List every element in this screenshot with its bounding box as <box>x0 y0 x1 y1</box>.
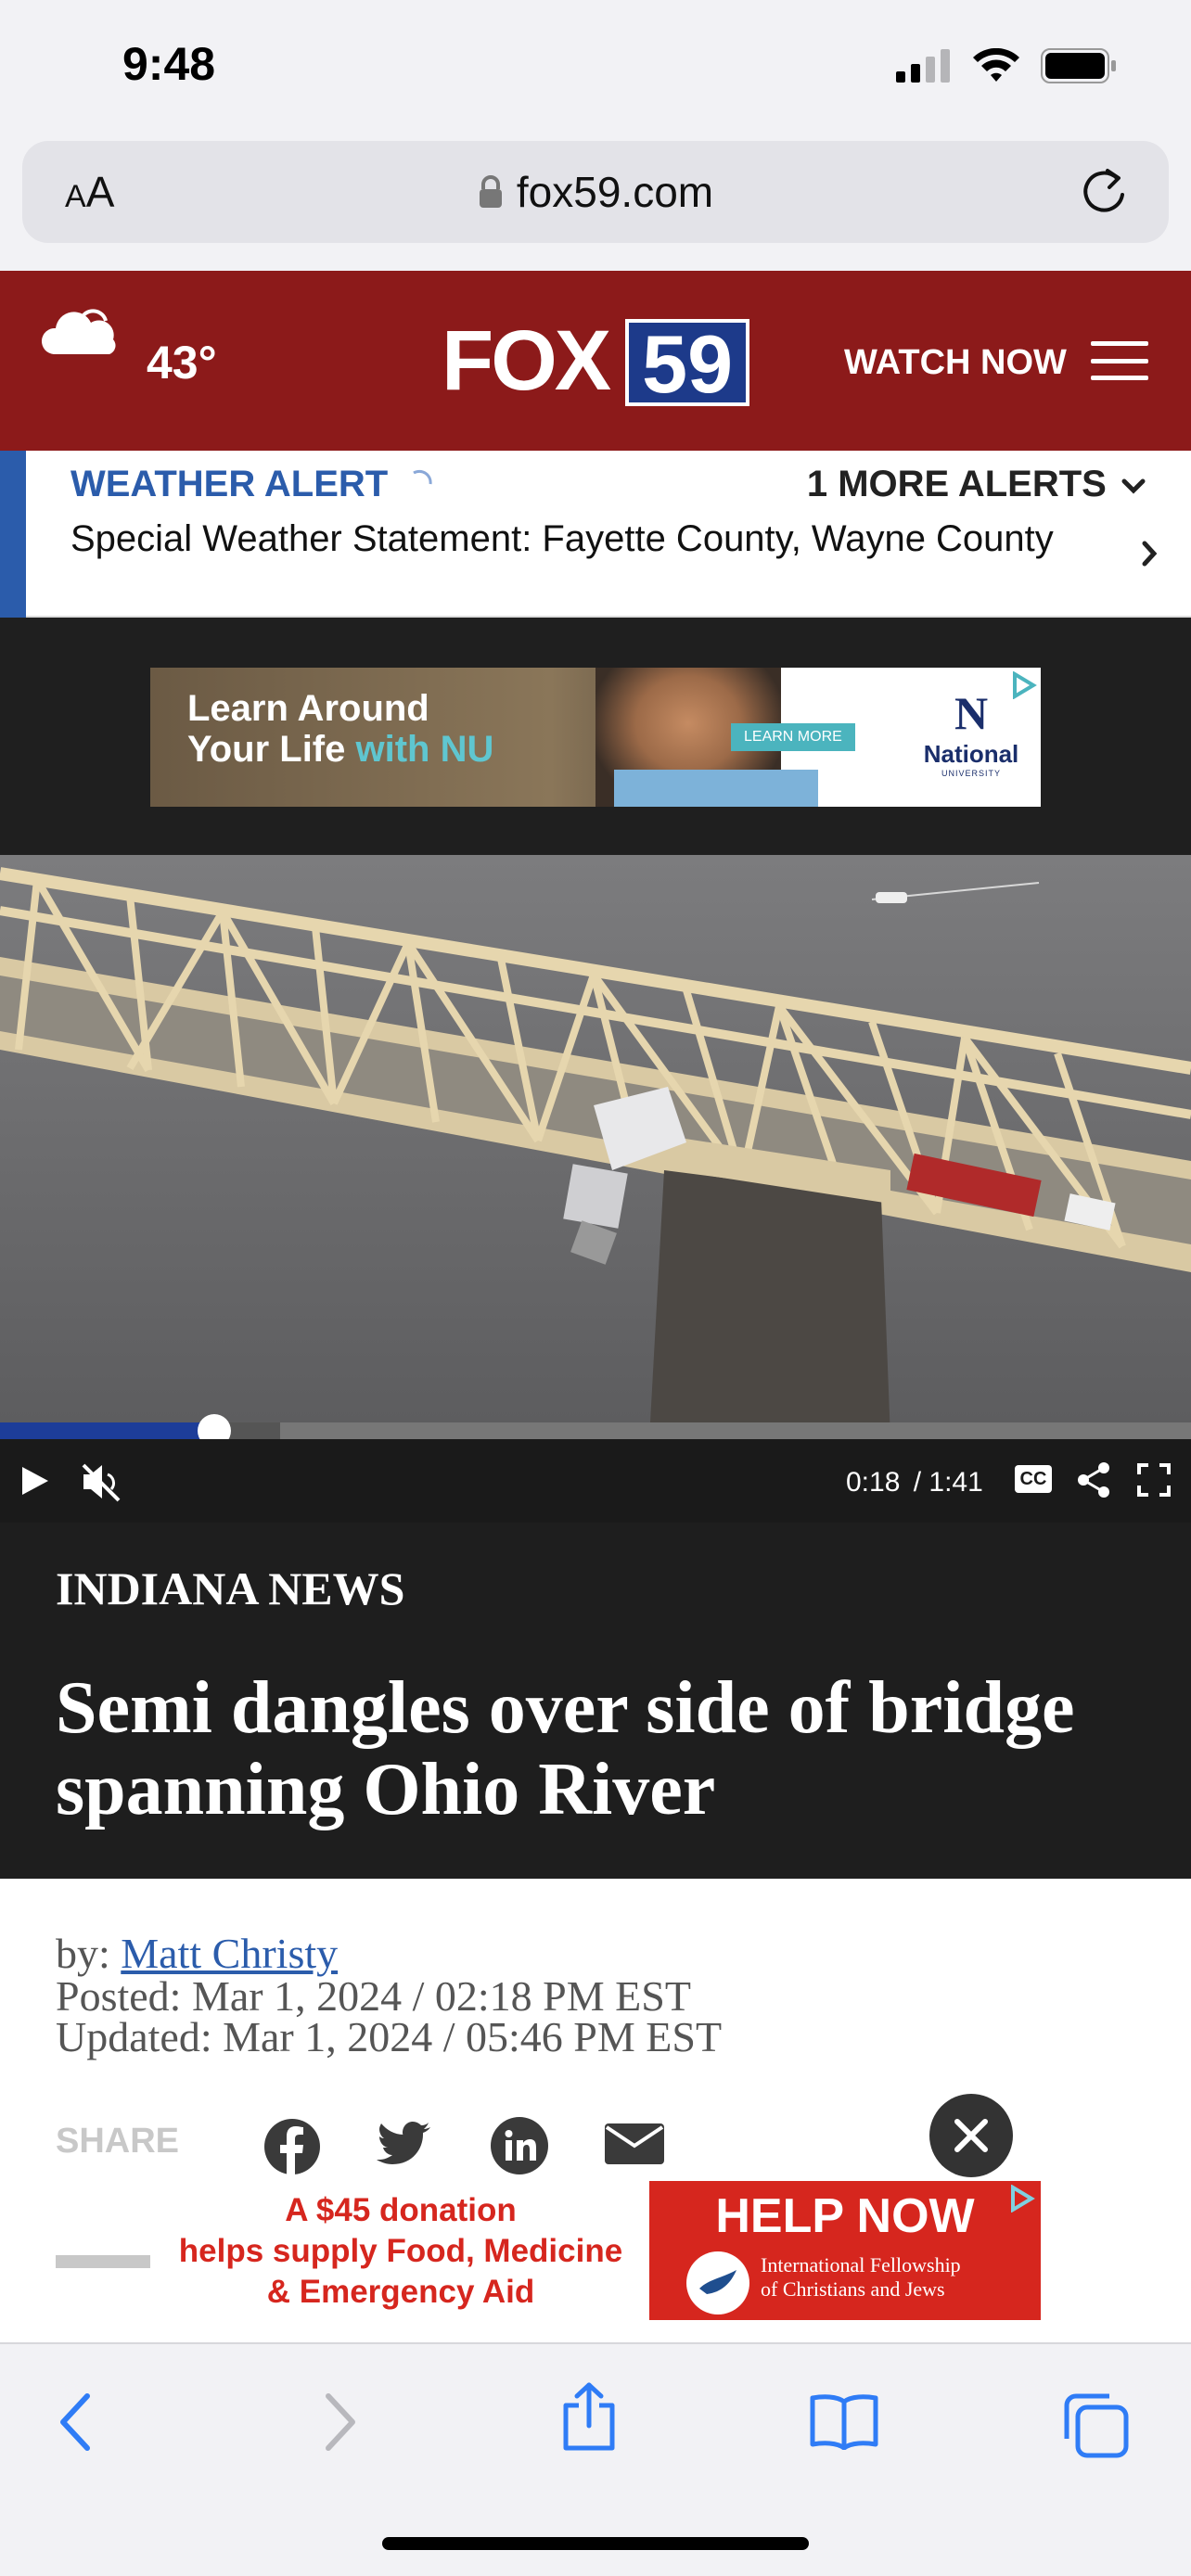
bookmarks-icon[interactable] <box>809 2392 879 2450</box>
ad-line-1: Learn Around <box>187 688 429 729</box>
article-header: INDIANA NEWS Semi dangles over side of b… <box>0 1523 1191 1879</box>
org-line-1: International Fellowship <box>761 2253 961 2276</box>
address-bar[interactable]: AA fox59.com <box>22 141 1169 243</box>
back-icon[interactable] <box>58 2392 95 2452</box>
alert-stripe <box>0 451 26 618</box>
site-header: 43° FOX 59 WATCH NOW <box>0 271 1191 451</box>
ad-brand-sub: UNIVERSITY <box>941 769 1001 778</box>
play-icon[interactable] <box>20 1465 50 1497</box>
video-current-time: 0:18 <box>846 1467 901 1498</box>
article-category[interactable]: INDIANA NEWS <box>56 1562 404 1615</box>
watch-now-link[interactable]: WATCH NOW <box>844 343 1067 383</box>
cellular-signal-icon <box>896 49 950 83</box>
org-line-2: of Christians and Jews <box>761 2277 945 2301</box>
url-host-text: fox59.com <box>516 168 714 216</box>
article-headline: Semi dangles over side of bridge spannin… <box>56 1667 1075 1830</box>
help-now-label: HELP NOW <box>715 2189 975 2243</box>
ad-line-2: Your Life with NU <box>187 729 493 770</box>
muted-speaker-icon[interactable] <box>80 1461 124 1502</box>
url-display[interactable]: fox59.com <box>22 167 1169 217</box>
loading-spinner-icon <box>413 469 432 485</box>
ad-learn-more-button[interactable]: LEARN MORE <box>731 723 855 751</box>
facebook-icon[interactable] <box>263 2118 321 2175</box>
updated-date: Updated: Mar 1, 2024 / 05:46 PM EST <box>56 2013 723 2060</box>
video-controls: 0:18 / 1:41 CC <box>0 1439 1191 1523</box>
weather-alert-banner[interactable]: WEATHER ALERT 1 MORE ALERTS Special Weat… <box>0 451 1191 618</box>
donation-line-1: A $45 donation <box>285 2192 517 2228</box>
ad-area-top: Learn Around Your Life with NU LEARN MOR… <box>0 618 1191 855</box>
fullscreen-icon[interactable] <box>1137 1463 1171 1497</box>
closed-captions-button[interactable]: CC <box>1015 1465 1052 1493</box>
ad-person-shirt <box>614 770 818 807</box>
ad-brand-logo: N <box>954 687 989 739</box>
video-player[interactable] <box>0 855 1191 1437</box>
ad-line-2-highlight: with NU <box>355 729 494 770</box>
posted-date: Posted: Mar 1, 2024 / 02:18 PM EST <box>56 1972 691 2020</box>
alert-body: Special Weather Statement: Fayette Count… <box>70 518 1054 559</box>
wifi-icon <box>973 48 1019 82</box>
reload-icon[interactable] <box>1080 165 1130 217</box>
logo-fox-text: FOX <box>432 318 619 406</box>
national-university-ad[interactable]: Learn Around Your Life with NU LEARN MOR… <box>150 668 1041 807</box>
ifcj-org-name: International Fellowship of Christians a… <box>761 2253 961 2302</box>
close-icon <box>954 2119 988 2152</box>
share-icon[interactable] <box>560 2381 618 2452</box>
video-progress-bar[interactable] <box>0 1414 1191 1447</box>
cc-icon: CC <box>1015 1465 1052 1493</box>
ad-brand-name: National <box>923 740 1019 768</box>
ad-headline: Learn Around Your Life with NU <box>187 688 493 770</box>
status-time: 9:48 <box>122 38 216 90</box>
donation-line-2: helps supply Food, Medicine <box>178 2233 623 2269</box>
alert-title: WEATHER ALERT <box>70 464 389 504</box>
placeholder-bar <box>56 2255 150 2268</box>
fox59-logo[interactable]: FOX 59 <box>432 318 750 406</box>
lock-icon <box>479 174 502 208</box>
temperature[interactable]: 43° <box>147 336 217 389</box>
help-now-panel[interactable]: HELP NOW International Fellowship of Chr… <box>649 2181 1041 2320</box>
adchoices-icon[interactable] <box>1007 2185 1035 2213</box>
more-alerts-toggle[interactable]: 1 MORE ALERTS <box>807 464 1146 505</box>
byline-author-line: by: Matt Christy <box>56 1932 338 1975</box>
share-label: SHARE <box>56 2122 180 2161</box>
author-link[interactable]: Matt Christy <box>121 1930 338 1977</box>
adchoices-icon[interactable] <box>1009 671 1037 699</box>
donation-line-3: & Emergency Aid <box>266 2274 535 2310</box>
tabs-icon[interactable] <box>1063 2392 1130 2459</box>
status-icons <box>896 48 1117 83</box>
linkedin-icon[interactable] <box>490 2116 549 2175</box>
share-icon[interactable] <box>1076 1461 1111 1498</box>
video-duration: / 1:41 <box>913 1467 983 1498</box>
partly-cloudy-icon <box>41 309 116 354</box>
battery-icon <box>1041 48 1116 83</box>
ad-line-2-prefix: Your Life <box>187 729 356 770</box>
byline-by-label: by: <box>56 1930 122 1977</box>
donation-ad-text: A $45 donation helps supply Food, Medici… <box>150 2190 651 2313</box>
chevron-down-icon <box>1121 478 1146 494</box>
video-progress-fill <box>0 1422 215 1439</box>
email-icon[interactable] <box>605 2123 664 2164</box>
video-time: 0:18 / 1:41 <box>846 1467 983 1498</box>
ifcj-donation-ad[interactable]: A $45 donation helps supply Food, Medici… <box>150 2181 1041 2320</box>
video-thumbnail-bridge <box>0 855 1191 1437</box>
home-indicator[interactable] <box>382 2537 809 2550</box>
forward-icon[interactable] <box>321 2392 358 2452</box>
close-ad-button[interactable] <box>929 2094 1013 2177</box>
twitter-icon[interactable] <box>377 2122 432 2168</box>
status-bar: 9:48 <box>0 0 1191 130</box>
ad-brand: N National UNIVERSITY <box>920 686 1022 778</box>
dove-logo-icon <box>686 2251 749 2315</box>
chevron-right-icon[interactable] <box>1141 540 1159 567</box>
hamburger-menu-icon[interactable] <box>1091 341 1148 380</box>
more-alerts-label: 1 MORE ALERTS <box>806 464 1107 504</box>
logo-number: 59 <box>625 319 750 406</box>
